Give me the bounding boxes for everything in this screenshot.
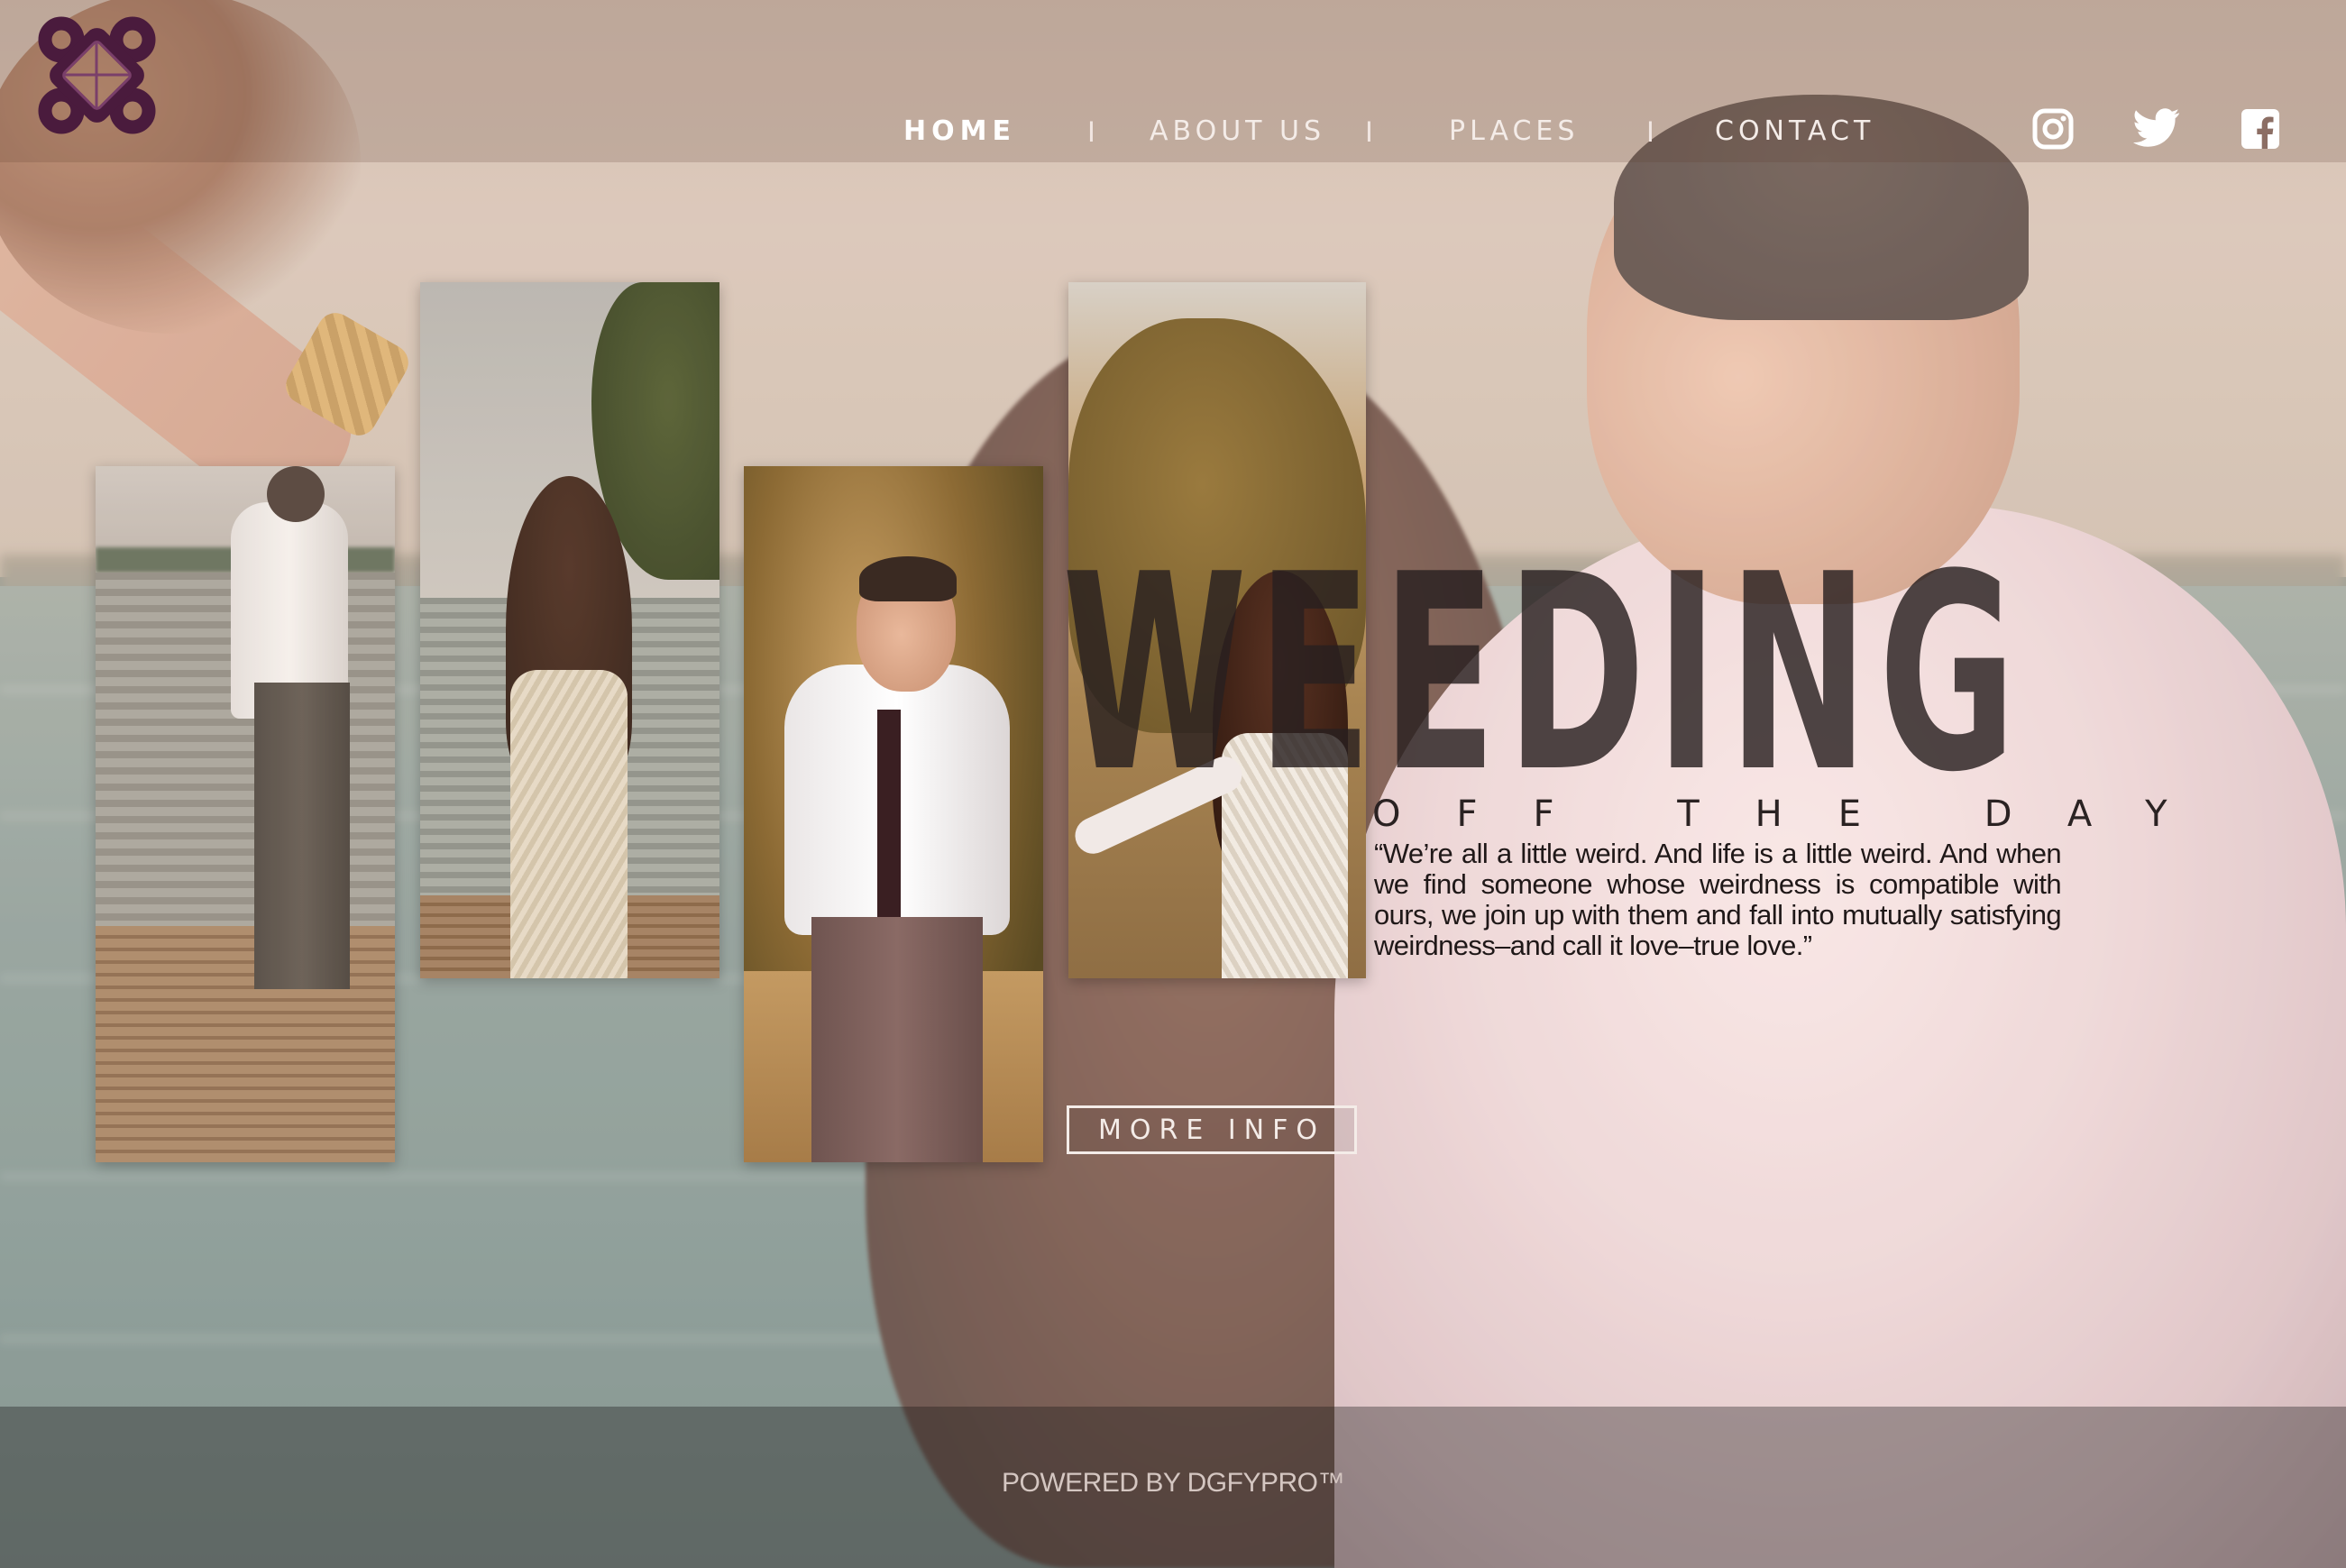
nav-separator: I [1087,115,1095,148]
nav-places[interactable]: PLACES [1449,115,1579,147]
card-groom-hair [859,556,957,601]
hero-quote: “We’re all a little weird. And life is a… [1374,838,2062,961]
photo-card-groom-pier[interactable] [96,466,395,1162]
card-groom-trousers [811,917,983,1162]
more-info-button[interactable]: MORE INFO [1067,1105,1357,1154]
hero-title: WEEDING [1062,517,2027,831]
nav-about-us[interactable]: ABOUT US [1150,115,1325,147]
nav-contact[interactable]: CONTACT [1715,115,1874,147]
hero-subtitle: OFF THE DAY [1372,793,2223,835]
photo-card-groom-smiling[interactable] [744,466,1043,1162]
facebook-icon[interactable] [2241,109,2279,149]
photo-card-bride-lake[interactable] [420,282,719,978]
footer-credit: POWERED BY DGFYPRO™ [1001,1468,1345,1498]
card-tint [96,466,395,1162]
twitter-icon[interactable] [2133,108,2180,150]
nav-home[interactable]: HOME [903,115,1016,147]
nav-separator: I [1365,115,1373,148]
card-tint [420,282,719,978]
card-groom-tie [877,710,901,917]
instagram-icon[interactable] [2032,108,2074,150]
nav-separator: I [1646,115,1654,148]
main-nav: HOME I ABOUT US I PLACES I CONTACT [0,115,2346,151]
